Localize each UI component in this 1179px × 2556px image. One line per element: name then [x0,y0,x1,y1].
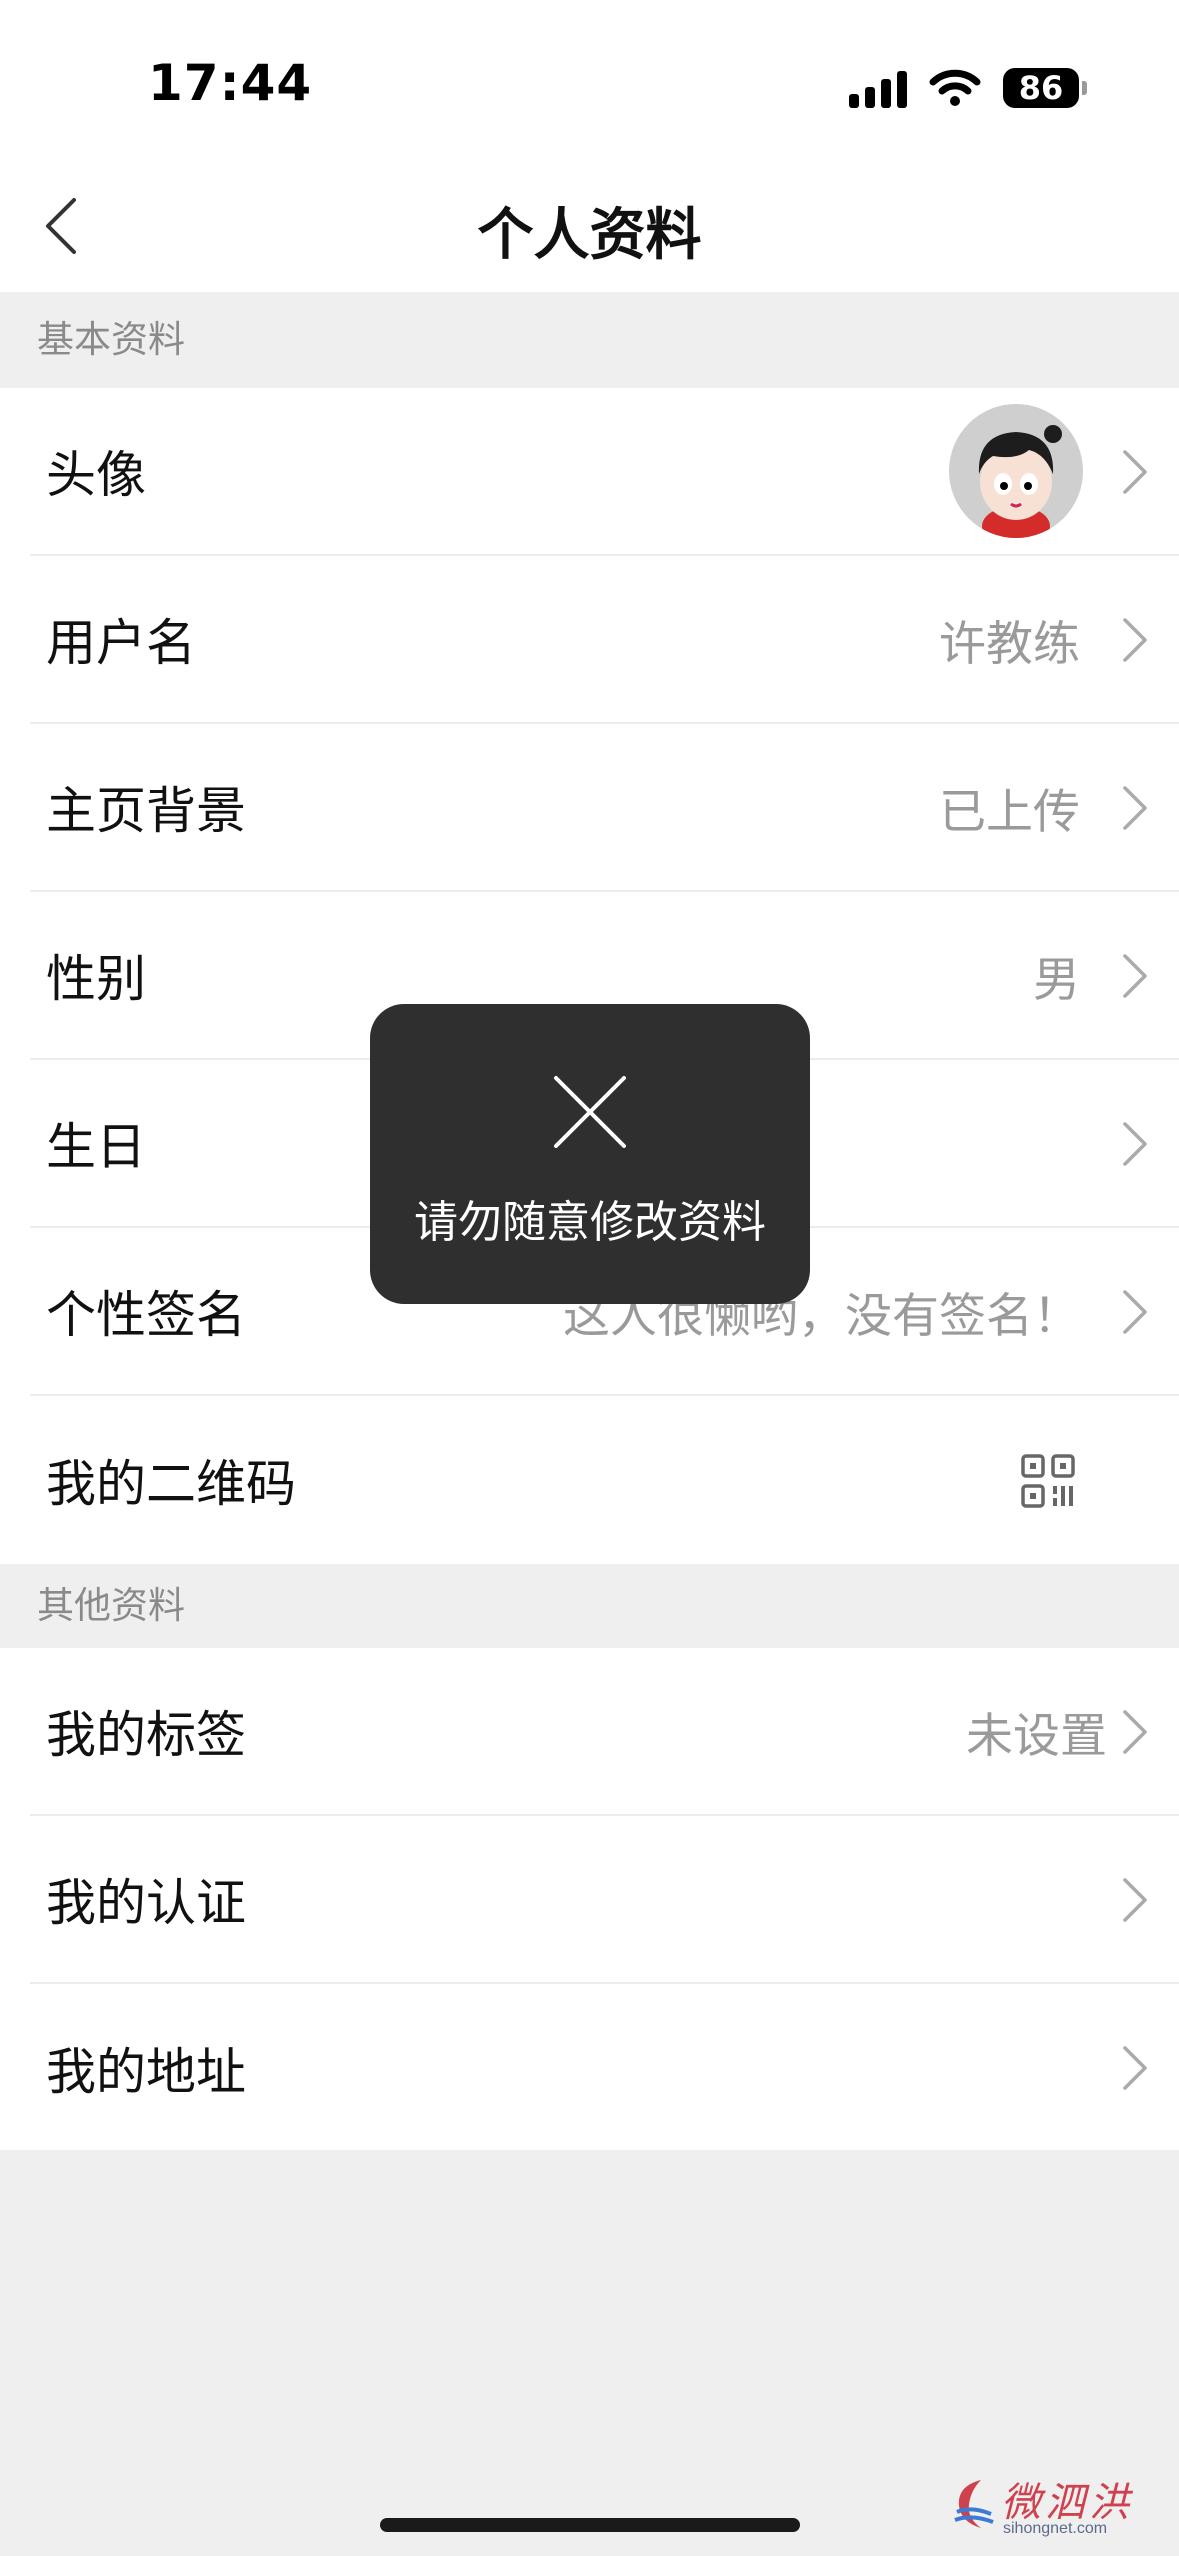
chevron-right-icon [1123,1710,1147,1754]
avatar[interactable] [949,404,1083,538]
row-label: 头像 [46,446,146,504]
qr-code-icon[interactable] [1021,1454,1075,1508]
row-label: 我的二维码 [46,1455,296,1513]
chevron-right-icon [1123,1122,1147,1166]
row-homepage-background[interactable]: 主页背景 已上传 [30,724,1179,892]
nav-bar: 个人资料 [0,160,1179,292]
status-bar: 17:44 86 [0,0,1179,160]
row-my-address[interactable]: 我的地址 [30,1984,1179,2152]
other-info-list: 我的标签 未设置 我的认证 我的地址 [0,1648,1179,2152]
background-status-value: 已上传 [939,784,1080,840]
page-title: 个人资料 [477,203,702,268]
section-header-basic: 基本资料 [0,292,1179,388]
row-my-tags[interactable]: 我的标签 未设置 [30,1648,1179,1816]
wave-logo-icon [954,2480,994,2528]
avatar-cartoon-image [949,404,1083,538]
row-label: 用户名 [46,614,196,672]
status-icons: 86 [849,58,1087,118]
tags-value: 未设置 [966,1708,1107,1764]
row-label: 个性签名 [46,1286,246,1344]
row-label: 我的认证 [46,1874,246,1932]
row-qr-code[interactable]: 我的二维码 [30,1396,1179,1564]
row-my-verification[interactable]: 我的认证 [30,1816,1179,1984]
cellular-signal-icon [849,68,907,108]
row-label: 生日 [46,1118,146,1176]
chevron-right-icon [1123,618,1147,662]
gender-value: 男 [1033,952,1080,1008]
row-username[interactable]: 用户名 许教练 [30,556,1179,724]
battery-icon: 86 [1003,68,1087,108]
watermark: 微泗洪 sihongnet.com [951,2470,1161,2540]
close-x-icon [554,1076,626,1148]
row-label: 性别 [46,950,146,1008]
chevron-right-icon [1123,2046,1147,2090]
wifi-icon [929,69,981,106]
home-indicator[interactable] [380,2518,800,2532]
watermark-url: sihongnet.com [1003,2520,1108,2537]
toast-message: 请勿随意修改资料 [414,1197,766,1248]
section-header-other: 其他资料 [0,1564,1179,1648]
row-label: 我的标签 [46,1706,246,1764]
chevron-right-icon [1123,786,1147,830]
error-toast: 请勿随意修改资料 [370,1004,810,1304]
status-time: 17:44 [148,54,313,112]
chevron-right-icon [1123,954,1147,998]
profile-page: 17:44 86 个人资料 基本资料 头像 用户名 许教练 主页背景 已上传 性… [0,0,1179,2556]
basic-info-list: 头像 用户名 许教练 主页背景 已上传 性别 男 生日 个性签名 这人很懒哟，没… [0,388,1179,1564]
chevron-right-icon [1123,1290,1147,1334]
chevron-right-icon [1123,1878,1147,1922]
row-avatar[interactable]: 头像 [30,388,1179,556]
username-value: 许教练 [939,616,1080,672]
chevron-right-icon [1123,450,1147,494]
row-label: 我的地址 [46,2043,246,2101]
row-label: 主页背景 [46,782,246,840]
